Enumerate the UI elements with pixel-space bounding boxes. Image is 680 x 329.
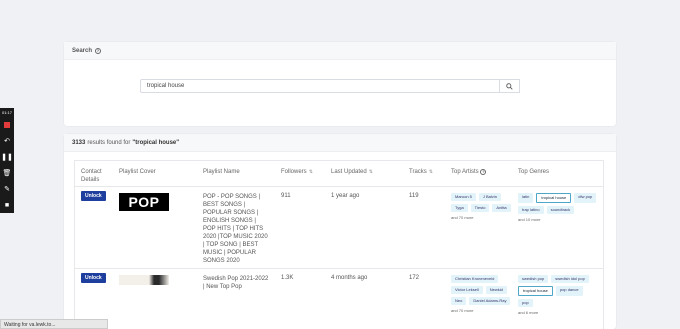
artist-chips: Maroon 5 J Balvin Tyga Tiesto Anitta <box>451 193 513 212</box>
help-icon[interactable]: ? <box>480 169 487 175</box>
help-icon[interactable]: ? <box>95 47 102 54</box>
genres-more[interactable]: and 10 more <box>518 217 598 222</box>
search-card: Search ? tropical house <box>64 42 616 126</box>
results-summary: 3133 results found for "tropical house" <box>64 134 616 152</box>
genre-chip[interactable]: pop <box>518 299 533 307</box>
camera-icon: ■ <box>4 201 10 209</box>
stop-icon <box>4 122 10 128</box>
genre-chip[interactable]: latin <box>518 193 534 203</box>
header-genres: Top Genres <box>518 169 550 175</box>
header-updated[interactable]: Last Updated ⇅ <box>331 168 373 176</box>
sort-icon: ⇅ <box>368 169 373 175</box>
artist-chip[interactable]: J Balvin <box>478 193 501 201</box>
header-artists-label: Top Artists <box>451 169 479 175</box>
artist-chip[interactable]: Tyga <box>451 204 468 212</box>
header-artists: Top Artists ? <box>451 168 487 176</box>
genre-chip-highlighted[interactable]: tropical house <box>518 286 553 296</box>
genre-chip[interactable]: pop dance <box>555 286 583 296</box>
trash-icon: 🗑 <box>2 170 12 177</box>
playlist-name[interactable]: Swedish Pop 2021-2022 | New Top Pop <box>203 275 269 291</box>
delete-button[interactable]: 🗑 <box>0 165 14 181</box>
header-tracks-label: Tracks <box>409 169 427 175</box>
artists-more[interactable]: and 70 more <box>451 308 513 313</box>
tracks-value: 172 <box>409 275 420 281</box>
search-title: Search <box>72 47 93 54</box>
header-cover: Playlist Cover <box>119 169 156 175</box>
recorder-time: 01:17 <box>1 110 12 115</box>
artist-chip[interactable]: Tiesto <box>470 204 490 212</box>
pause-icon: ❚❚ <box>1 154 13 161</box>
results-count: 3133 <box>72 139 86 146</box>
browser-status-bar: Waiting for va.lewk.to... <box>0 319 108 329</box>
followers-value: 911 <box>281 193 291 199</box>
header-contact: Contact Details <box>81 169 102 183</box>
artist-chip[interactable]: Anitta <box>492 204 511 212</box>
sort-icon: ⇅ <box>428 169 433 175</box>
updated-value: 1 year ago <box>331 193 360 199</box>
genres-more[interactable]: and 6 more <box>518 310 598 315</box>
pen-icon: ✎ <box>4 186 10 193</box>
search-input[interactable]: tropical house <box>140 79 500 93</box>
search-header: Search ? <box>64 42 616 60</box>
genre-chip[interactable]: swedish pop <box>518 275 549 283</box>
undo-icon: ↶ <box>4 138 10 145</box>
genre-chips: swedish pop swedish idol pop tropical ho… <box>518 275 598 307</box>
results-table: Contact Details Playlist Cover Playlist … <box>74 160 604 329</box>
header-followers-label: Followers <box>281 169 307 175</box>
artists-more[interactable]: and 70 more <box>451 215 513 220</box>
search-icon <box>506 82 513 90</box>
followers-value: 1.3K <box>281 275 294 281</box>
pause-button[interactable]: ❚❚ <box>0 149 14 165</box>
table-header: Contact Details Playlist Cover Playlist … <box>75 161 603 187</box>
table-row: Unlock POP POP - POP SONGS | BEST SONGS … <box>75 187 603 269</box>
playlist-name[interactable]: POP - POP SONGS | BEST SONGS | POPULAR S… <box>203 193 269 265</box>
unlock-button[interactable]: Unlock <box>81 191 106 201</box>
updated-value: 4 months ago <box>331 275 368 281</box>
playlist-cover[interactable] <box>119 275 169 285</box>
search-bar: tropical house <box>140 79 520 93</box>
header-tracks[interactable]: Tracks ⇅ <box>409 168 433 176</box>
unlock-button[interactable]: Unlock <box>81 273 106 283</box>
genre-chip[interactable]: soundtrack <box>546 206 575 214</box>
draw-button[interactable]: ✎ <box>0 181 14 197</box>
search-button[interactable] <box>500 79 520 93</box>
artist-chip[interactable]: Maroon 5 <box>451 193 476 201</box>
sort-icon: ⇅ <box>308 169 313 175</box>
header-followers[interactable]: Followers ⇅ <box>281 168 313 176</box>
results-query: "tropical house" <box>132 139 180 146</box>
artist-chip[interactable]: Victor Leksell <box>451 286 483 294</box>
playlist-cover[interactable]: POP <box>119 193 169 211</box>
camera-button[interactable]: ■ <box>0 197 14 213</box>
table-row: Unlock Swedish Pop 2021-2022 | New Top P… <box>75 269 603 329</box>
genre-chip-highlighted[interactable]: tropical house <box>536 193 572 203</box>
genre-chip[interactable]: trap latino <box>518 206 544 214</box>
header-updated-label: Last Updated <box>331 169 367 175</box>
genre-chips: latin tropical house dfw pop trap latino… <box>518 193 598 214</box>
recorder-toolbar: 01:17 ↶ ❚❚ 🗑 ✎ ■ <box>0 108 14 213</box>
genre-chip[interactable]: swedish idol pop <box>551 275 589 283</box>
undo-button[interactable]: ↶ <box>0 133 14 149</box>
tracks-value: 119 <box>409 193 419 199</box>
artist-chip[interactable]: Newkid <box>485 286 507 294</box>
results-label: results found for <box>87 139 131 146</box>
artist-chip[interactable]: Daniel Adams-Ray <box>469 297 511 305</box>
stop-record-button[interactable] <box>0 117 14 133</box>
artist-chips: Christian Kroneneveld Victor Leksell New… <box>451 275 513 305</box>
results-card: 3133 results found for "tropical house" … <box>64 134 616 329</box>
header-name: Playlist Name <box>203 169 240 175</box>
artist-chip[interactable]: Christian Kroneneveld <box>451 275 499 283</box>
artist-chip[interactable]: Neo <box>451 297 467 305</box>
genre-chip[interactable]: dfw pop <box>574 193 597 203</box>
